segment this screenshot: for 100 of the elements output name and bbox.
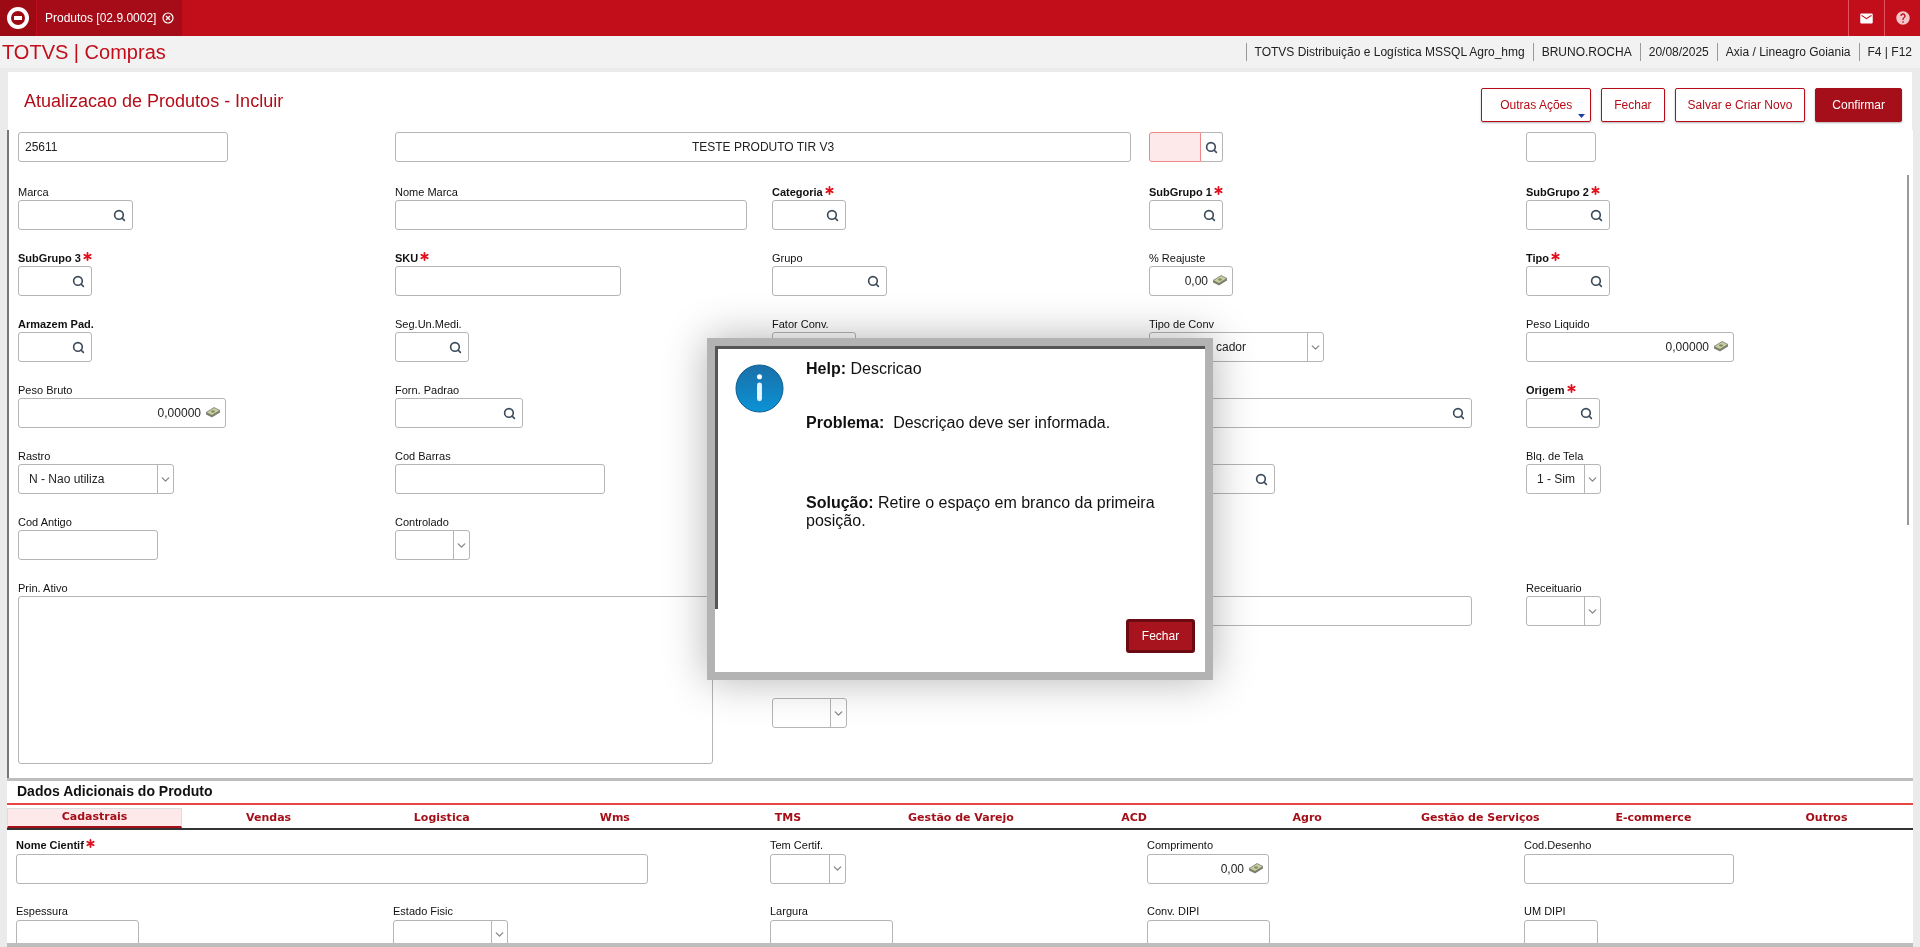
search-icon	[72, 274, 85, 288]
input-field[interactable]	[1524, 853, 1734, 884]
lookup-field[interactable]	[1526, 398, 1600, 428]
dropdown-icon	[1578, 114, 1586, 118]
number-field[interactable]: 0,00000	[1526, 332, 1734, 362]
action-button[interactable]: Outras Ações	[1481, 88, 1592, 122]
select-field[interactable]	[772, 698, 847, 728]
input-field[interactable]	[18, 530, 158, 560]
tab[interactable]: Cadastrais	[7, 808, 183, 828]
field-label: Cod Antigo	[18, 514, 72, 530]
field-label: Prin. Ativo	[18, 580, 68, 596]
select-field[interactable]	[770, 853, 846, 884]
action-button[interactable]: Salvar e Criar Novo	[1674, 88, 1806, 122]
info-icon	[735, 364, 784, 413]
lookup-field[interactable]	[772, 200, 846, 230]
help-text: Help: Descricao	[806, 360, 923, 378]
select-field[interactable]	[393, 919, 508, 943]
search-icon	[1580, 406, 1593, 420]
lookup-field[interactable]	[18, 332, 92, 362]
search-icon	[503, 406, 516, 420]
select-field[interactable]	[395, 530, 470, 560]
field-label: SubGrupo 2	[1526, 184, 1589, 200]
lookup-field[interactable]	[772, 266, 887, 296]
field-label: Seg.Un.Medi.	[395, 316, 462, 332]
field-label: Peso Liquido	[1526, 316, 1590, 332]
lookup-field[interactable]	[1149, 200, 1223, 230]
field-label: Armazem Pad.	[18, 316, 94, 332]
session-info: 20/08/2025	[1639, 43, 1717, 61]
money-icon	[1713, 341, 1729, 353]
number-field[interactable]: 0,00000	[18, 398, 226, 428]
field-label: Estado Fisic	[393, 904, 453, 920]
action-button[interactable]: Fechar	[1601, 88, 1665, 122]
field-label: Marca	[18, 184, 49, 200]
logo-icon[interactable]	[6, 6, 30, 30]
input-field[interactable]	[1147, 919, 1270, 943]
session-info: Axia / Lineagro Goiania	[1716, 43, 1859, 61]
search-icon	[113, 208, 126, 222]
scrollbar-thumb[interactable]	[1907, 175, 1909, 525]
field-label: Espessura	[16, 904, 68, 920]
select-field[interactable]: N - Nao utiliza	[18, 464, 174, 494]
search-icon	[867, 274, 880, 288]
lookup-field[interactable]	[395, 332, 469, 362]
search-icon	[1255, 472, 1268, 486]
lookup-field[interactable]	[18, 200, 133, 230]
required-icon	[1566, 383, 1576, 393]
field-label: Origem	[1526, 382, 1565, 398]
money-icon	[1248, 862, 1264, 875]
close-icon[interactable]	[162, 12, 175, 24]
page-title: Atualizacao de Produtos - Incluir	[23, 89, 284, 113]
search-icon	[449, 340, 462, 354]
input-field[interactable]	[395, 464, 605, 494]
field-label: Cod.Desenho	[1524, 838, 1592, 854]
input-field[interactable]: TESTE PRODUTO TIR V3	[395, 132, 1131, 162]
number-field[interactable]: 0,00	[1149, 266, 1233, 296]
money-icon	[205, 407, 221, 419]
required-icon	[824, 185, 834, 195]
lookup-field[interactable]	[1526, 200, 1610, 230]
field-label: Fator Conv.	[772, 316, 829, 332]
field-label: Tem Certif.	[770, 838, 824, 854]
help-icon[interactable]	[1894, 10, 1911, 26]
number-field[interactable]: 0,00	[1147, 853, 1269, 884]
money-icon	[1212, 275, 1228, 287]
lookup-field[interactable]	[395, 398, 523, 428]
field-label: SKU	[395, 250, 419, 266]
required-icon	[1551, 251, 1560, 261]
select-field[interactable]: 1 - Sim	[1526, 464, 1601, 494]
input-field[interactable]	[16, 919, 139, 943]
close-button[interactable]: Fechar	[1126, 619, 1195, 653]
input-field[interactable]	[395, 266, 621, 296]
input-field[interactable]	[1524, 919, 1598, 943]
field-label: Peso Bruto	[18, 382, 73, 398]
lookup-field[interactable]	[1526, 266, 1610, 296]
search-icon	[826, 208, 839, 222]
lookup-field[interactable]	[18, 266, 92, 296]
field-label: Blq. de Tela	[1526, 448, 1584, 464]
session-info: BRUNO.ROCHA	[1532, 43, 1640, 61]
required-icon	[1590, 185, 1600, 195]
required-icon	[85, 839, 95, 848]
input-field[interactable]	[770, 919, 893, 943]
module-title: TOTVS | Compras	[1, 40, 166, 65]
search-icon	[1590, 274, 1603, 288]
input-field[interactable]	[1149, 132, 1201, 162]
action-button[interactable]: Confirmar	[1815, 88, 1902, 122]
select-field[interactable]	[1526, 596, 1601, 626]
input-field[interactable]	[395, 200, 747, 230]
input-field[interactable]	[16, 853, 648, 884]
field-label: Tipo	[1526, 250, 1549, 266]
app-tab[interactable]: Produtos [02.9.0002]	[37, 0, 183, 36]
input-field[interactable]: 25611	[18, 132, 228, 162]
required-icon	[1213, 185, 1223, 195]
problem-text: Problema: Descriçao deve ser informada.	[806, 414, 1112, 432]
tab-title: Produtos [02.9.0002]	[45, 10, 157, 27]
search-icon	[1590, 208, 1603, 222]
search-icon	[72, 340, 85, 354]
field-label: Controlado	[395, 514, 449, 530]
input-field[interactable]	[1526, 132, 1596, 162]
search-button[interactable]	[1201, 132, 1223, 162]
text-area[interactable]	[18, 596, 713, 764]
field-label: % Reajuste	[1149, 250, 1206, 266]
required-icon	[420, 251, 430, 261]
